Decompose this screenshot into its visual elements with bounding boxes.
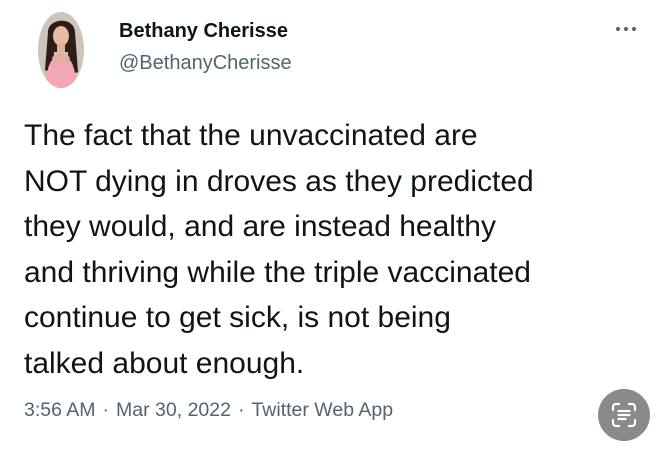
dot [632,27,636,31]
tweet-time[interactable]: 3:56 AM [24,399,96,421]
text-scan-button[interactable] [598,389,650,441]
tweet-text-line: and thriving while the triple vaccinated [24,255,531,289]
avatar[interactable] [38,12,84,88]
tweet-source[interactable]: Twitter Web App [251,399,393,421]
separator: · [237,399,245,421]
dot [624,27,628,31]
tweet-card: Bethany Cherisse @BethanyCherisse The fa… [0,0,666,450]
tweet-text-line: continue to get sick, is not being [24,301,451,334]
tweet-text-line: they would, and are instead healthy [24,210,496,243]
tweet-date[interactable]: Mar 30, 2022 [116,399,231,421]
author-display-name[interactable]: Bethany Cherisse [119,18,288,44]
tweet-text-line: NOT dying in droves as they predicted [24,164,534,198]
tweet-metadata: 3:56 AM · Mar 30, 2022 · Twitter Web App [24,397,393,423]
separator: · [102,399,110,421]
author-handle[interactable]: @BethanyCherisse [119,50,292,76]
tweet-text: The fact that the unvaccinated are NOT d… [24,113,654,386]
dot [616,27,620,31]
avatar-photo [38,12,84,88]
text-scan-icon [611,402,637,428]
more-options-icon[interactable] [606,16,646,42]
tweet-text-line: The fact that the unvaccinated are [24,119,478,152]
tweet-text-line: talked about enough. [24,346,305,380]
